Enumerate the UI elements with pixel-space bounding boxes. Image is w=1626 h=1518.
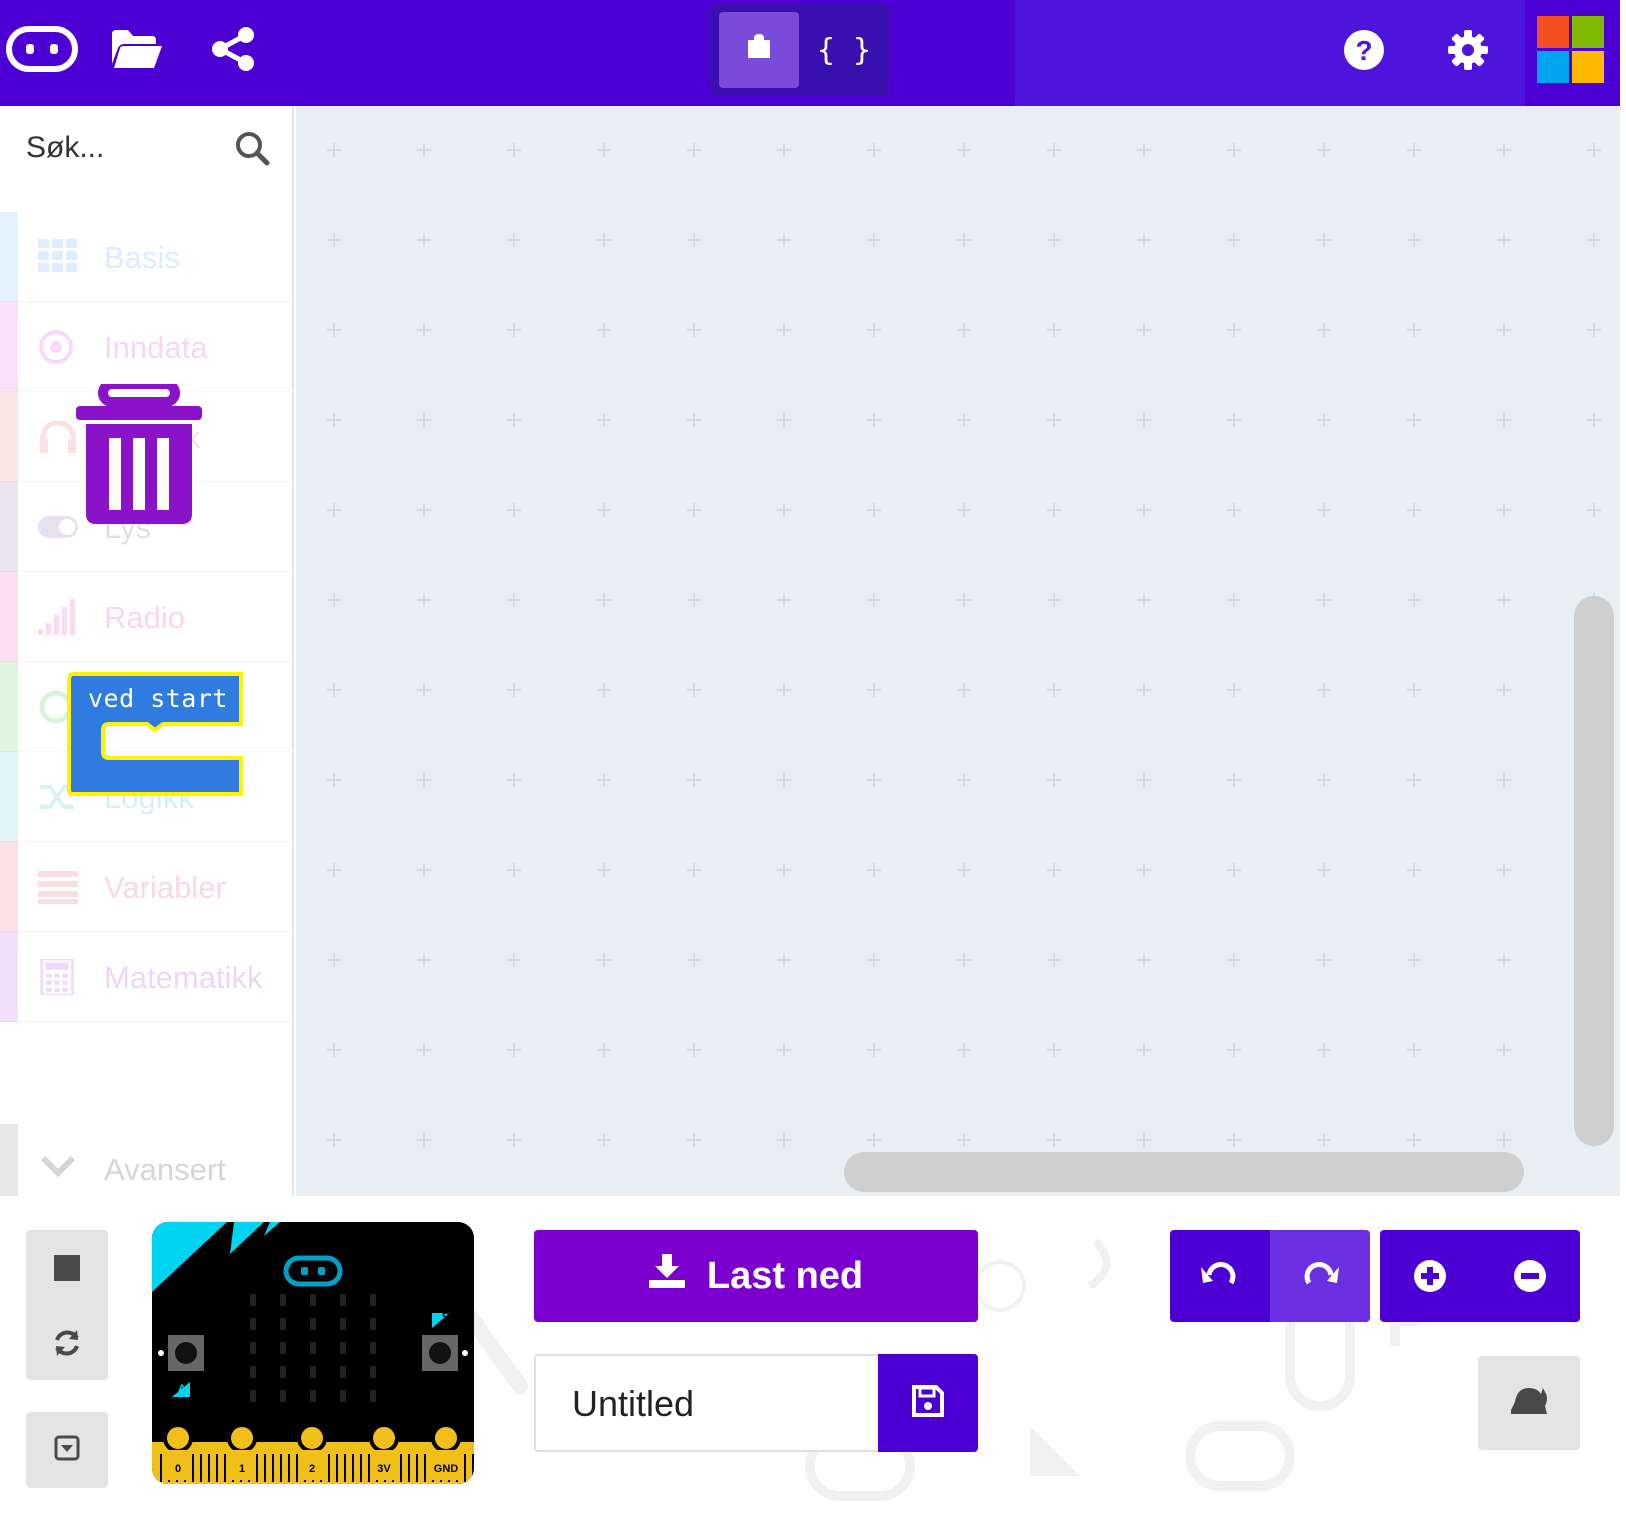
download-label: Last ned [706, 1254, 864, 1297]
top-menu-bar: { } ? [0, 0, 1620, 106]
editor-mode-toggle: { } [710, 4, 890, 96]
undo-button[interactable] [1170, 1230, 1270, 1322]
target-icon [38, 329, 78, 365]
redo-icon [1301, 1259, 1339, 1294]
folder-open-icon[interactable] [110, 28, 164, 70]
toolbox-category-label: Matematikk [104, 960, 263, 995]
puzzle-piece-icon [746, 32, 772, 68]
toolbox-category-label: Inndata [104, 330, 208, 365]
vertical-scrollbar[interactable] [1574, 596, 1614, 1146]
headphones-icon [38, 419, 78, 455]
zoom-out-icon[interactable] [1504, 1230, 1556, 1322]
snail-icon [1509, 1386, 1549, 1421]
pin-label: 0 [175, 1463, 181, 1475]
signal-bars-icon [38, 599, 78, 635]
pin-label: GND [434, 1463, 459, 1475]
toolbox-category-0[interactable]: Basis [0, 212, 294, 302]
pin-label: 1 [239, 1463, 245, 1475]
trash-icon [76, 379, 206, 526]
toolbox: BasisInndataMusikkLysRadioLøkkerLogikkVa… [0, 106, 294, 1214]
undo-icon [1201, 1259, 1239, 1294]
chevron-down-icon [40, 1154, 76, 1183]
list-icon [38, 869, 78, 905]
redo-button[interactable] [1270, 1230, 1370, 1322]
toolbox-category-1[interactable]: Inndata [0, 302, 294, 392]
button-a-label: A [178, 1383, 186, 1395]
toolbox-search [0, 106, 294, 188]
share-icon[interactable] [210, 26, 256, 72]
restart-icon[interactable] [26, 1320, 108, 1366]
button-b-label: B [442, 1308, 450, 1320]
makecode-editor: { } ? BasisInndataMusikkLysRadioLøkkerLo… [0, 0, 1626, 1518]
gear-icon[interactable] [1446, 28, 1490, 72]
advanced-label: Avansert [104, 1152, 226, 1187]
blocks-workspace[interactable] [296, 106, 1620, 1237]
download-button[interactable]: Last ned [534, 1230, 978, 1322]
toolbox-category-4[interactable]: Radio [0, 572, 294, 662]
grid-icon [38, 239, 78, 275]
search-input[interactable] [26, 126, 236, 170]
project-name-field [534, 1354, 978, 1452]
help-icon[interactable]: ? [1342, 28, 1386, 72]
collapse-button[interactable] [26, 1412, 108, 1488]
stop-icon[interactable] [26, 1248, 108, 1288]
search-icon[interactable] [234, 130, 270, 166]
toolbox-category-label: Basis [104, 240, 180, 275]
javascript-mode-button[interactable]: { } [804, 12, 884, 88]
horizontal-scrollbar[interactable] [844, 1152, 1524, 1192]
toolbox-category-label: Radio [104, 600, 185, 635]
svg-text:?: ? [1355, 35, 1372, 66]
toggle-icon [38, 509, 78, 545]
save-icon [911, 1384, 945, 1423]
toolbox-category-7[interactable]: Variabler [0, 842, 294, 932]
slow-motion-button[interactable] [1478, 1356, 1580, 1450]
pin-label: 3V [377, 1463, 391, 1475]
collapse-icon [54, 1435, 80, 1466]
project-name-input[interactable] [572, 1380, 872, 1428]
blocks-mode-button[interactable] [719, 12, 799, 88]
toolbox-category-label: Variabler [104, 870, 226, 905]
download-icon [648, 1254, 685, 1298]
microsoft-logo[interactable] [1525, 0, 1620, 106]
calculator-icon [38, 957, 78, 997]
microbit-logo-icon[interactable] [6, 26, 78, 72]
zoom-in-icon[interactable] [1404, 1230, 1456, 1322]
toolbox-category-8[interactable]: Matematikk [0, 932, 294, 1022]
save-button[interactable] [878, 1354, 978, 1452]
pin-label: 2 [309, 1463, 315, 1475]
microbit-simulator[interactable]: 0 1 2 3V GND [152, 1222, 474, 1484]
on-start-label: ved start [88, 684, 228, 713]
